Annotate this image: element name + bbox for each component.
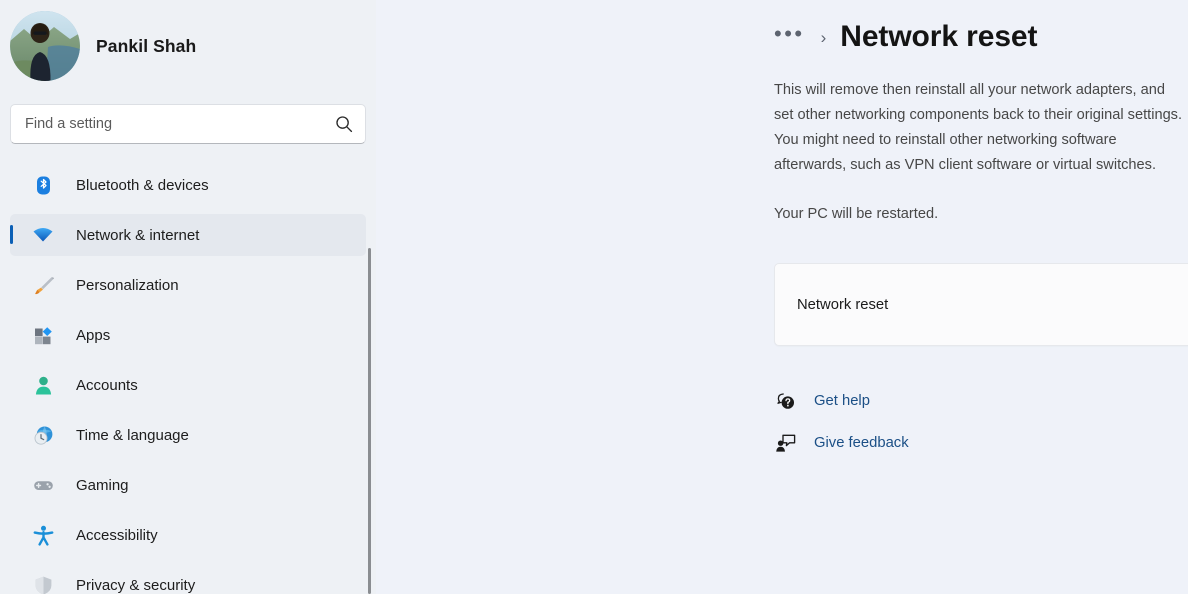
sidebar-item-accessibility[interactable]: Accessibility [10,514,366,556]
search-icon[interactable] [335,115,353,133]
content-area: ••• › Network reset This will remove the… [376,0,1188,594]
account-name: Pankil Shah [96,36,196,57]
card-label: Network reset [797,297,1188,313]
sidebar-item-label: Personalization [76,277,179,294]
sidebar-item-label: Gaming [76,477,129,494]
apps-icon [32,324,54,346]
paintbrush-icon [32,274,54,296]
sidebar-scrollbar-thumb[interactable] [368,248,371,594]
sidebar-scrollbar[interactable] [368,248,371,594]
sidebar-item-personalization[interactable]: Personalization [10,264,366,306]
sidebar-item-label: Bluetooth & devices [76,177,209,194]
breadcrumb-ellipsis-button[interactable]: ••• [774,23,805,51]
support-links: Get help Give feedback [774,386,1188,458]
sidebar-item-label: Accounts [76,377,138,394]
wifi-icon [32,224,54,246]
sidebar-item-accounts[interactable]: Accounts [10,364,366,406]
sidebar-item-label: Time & language [76,427,189,444]
sidebar-item-label: Accessibility [76,527,158,544]
globe-clock-icon [32,424,54,446]
help-question-icon [774,390,796,412]
get-help-link[interactable]: Get help [774,386,870,416]
breadcrumb: ••• › Network reset [774,0,1188,66]
accessibility-icon [32,524,54,546]
link-label: Give feedback [814,435,909,451]
gamepad-icon [32,474,54,496]
link-label: Get help [814,393,870,409]
search-input[interactable] [25,105,335,143]
feedback-person-icon [774,432,796,454]
sidebar-item-label: Apps [76,327,110,344]
restart-note: Your PC will be restarted. [774,206,1188,222]
sidebar-nav: Bluetooth & devices Network & inte [0,164,376,594]
network-reset-card: Network reset Reset now [774,263,1188,346]
avatar[interactable] [10,11,80,81]
give-feedback-link[interactable]: Give feedback [774,428,909,458]
sidebar: Pankil Shah Bluetooth & devices [0,0,376,594]
sidebar-item-label: Network & internet [76,227,199,244]
sidebar-item-time-language[interactable]: Time & language [10,414,366,456]
sidebar-item-label: Privacy & security [76,577,195,594]
sidebar-item-gaming[interactable]: Gaming [10,464,366,506]
search-box[interactable] [10,104,366,144]
breadcrumb-separator-icon: › [821,29,827,46]
bluetooth-icon [32,174,54,196]
settings-window: Pankil Shah Bluetooth & devices [0,0,1188,594]
page-description: This will remove then reinstall all your… [774,78,1188,178]
sidebar-item-privacy-security[interactable]: Privacy & security [10,564,366,594]
sidebar-item-bluetooth-devices[interactable]: Bluetooth & devices [10,164,366,206]
sidebar-item-apps[interactable]: Apps [10,314,366,356]
person-icon [32,374,54,396]
shield-icon [32,574,54,594]
account-header[interactable]: Pankil Shah [0,0,376,82]
sidebar-item-network-internet[interactable]: Network & internet [10,214,366,256]
page-title: Network reset [840,20,1037,54]
